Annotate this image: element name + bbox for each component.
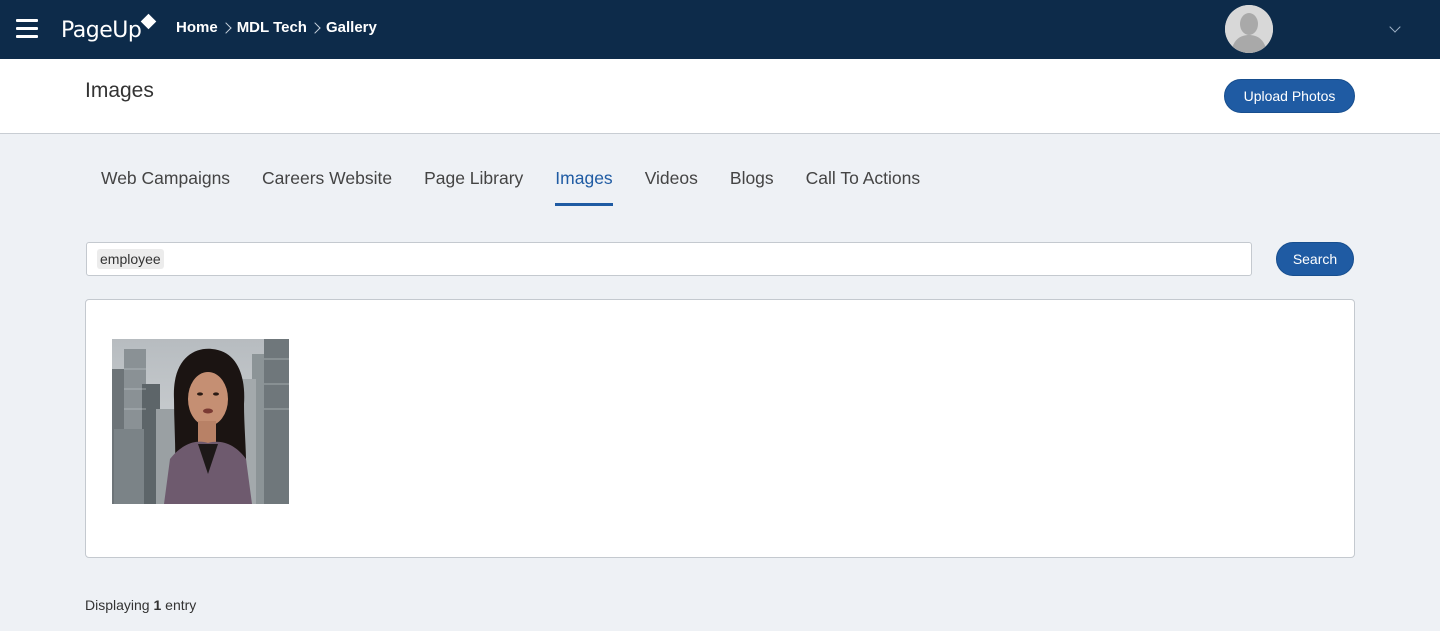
tab-page-library[interactable]: Page Library xyxy=(408,160,539,206)
tab-call-to-actions[interactable]: Call To Actions xyxy=(790,160,936,206)
results-count-suffix: entry xyxy=(165,597,197,613)
chevron-right-icon xyxy=(220,21,232,34)
gallery-tabs: Web Campaigns Careers Website Page Libra… xyxy=(85,160,936,206)
breadcrumb-home[interactable]: Home xyxy=(176,19,218,36)
search-tag[interactable]: employee xyxy=(97,249,164,269)
page-title: Images xyxy=(85,79,154,102)
user-silhouette-icon xyxy=(1225,5,1273,53)
tab-blogs[interactable]: Blogs xyxy=(714,160,790,206)
search-input[interactable]: employee xyxy=(86,242,1252,276)
breadcrumb-mdl-tech[interactable]: MDL Tech xyxy=(237,19,307,36)
image-thumbnail[interactable] xyxy=(112,339,289,504)
tab-web-campaigns[interactable]: Web Campaigns xyxy=(85,160,246,206)
results-count-prefix: Displaying xyxy=(85,597,150,613)
pageup-logo[interactable]: PageUp xyxy=(61,12,157,46)
page-header: Images Upload Photos xyxy=(0,59,1440,134)
chevron-down-icon[interactable] xyxy=(1389,21,1401,33)
search-button[interactable]: Search xyxy=(1276,242,1354,276)
upload-photos-button[interactable]: Upload Photos xyxy=(1224,79,1355,113)
tab-videos[interactable]: Videos xyxy=(629,160,714,206)
results-count-number: 1 xyxy=(153,597,162,613)
results-panel xyxy=(85,299,1355,558)
breadcrumb: Home MDL Tech Gallery xyxy=(176,19,377,36)
results-count: Displaying 1 entry xyxy=(85,597,196,613)
tab-careers-website[interactable]: Careers Website xyxy=(246,160,408,206)
top-navigation-bar: PageUp Home MDL Tech Gallery xyxy=(0,0,1440,59)
user-avatar[interactable] xyxy=(1225,5,1273,53)
chevron-right-icon xyxy=(309,21,321,34)
menu-icon[interactable] xyxy=(16,19,38,39)
tab-images[interactable]: Images xyxy=(539,160,628,206)
logo-diamond-icon xyxy=(141,13,157,30)
thumbnail-photo xyxy=(112,339,289,504)
breadcrumb-gallery: Gallery xyxy=(325,19,377,36)
logo-text: PageUp xyxy=(61,18,142,43)
